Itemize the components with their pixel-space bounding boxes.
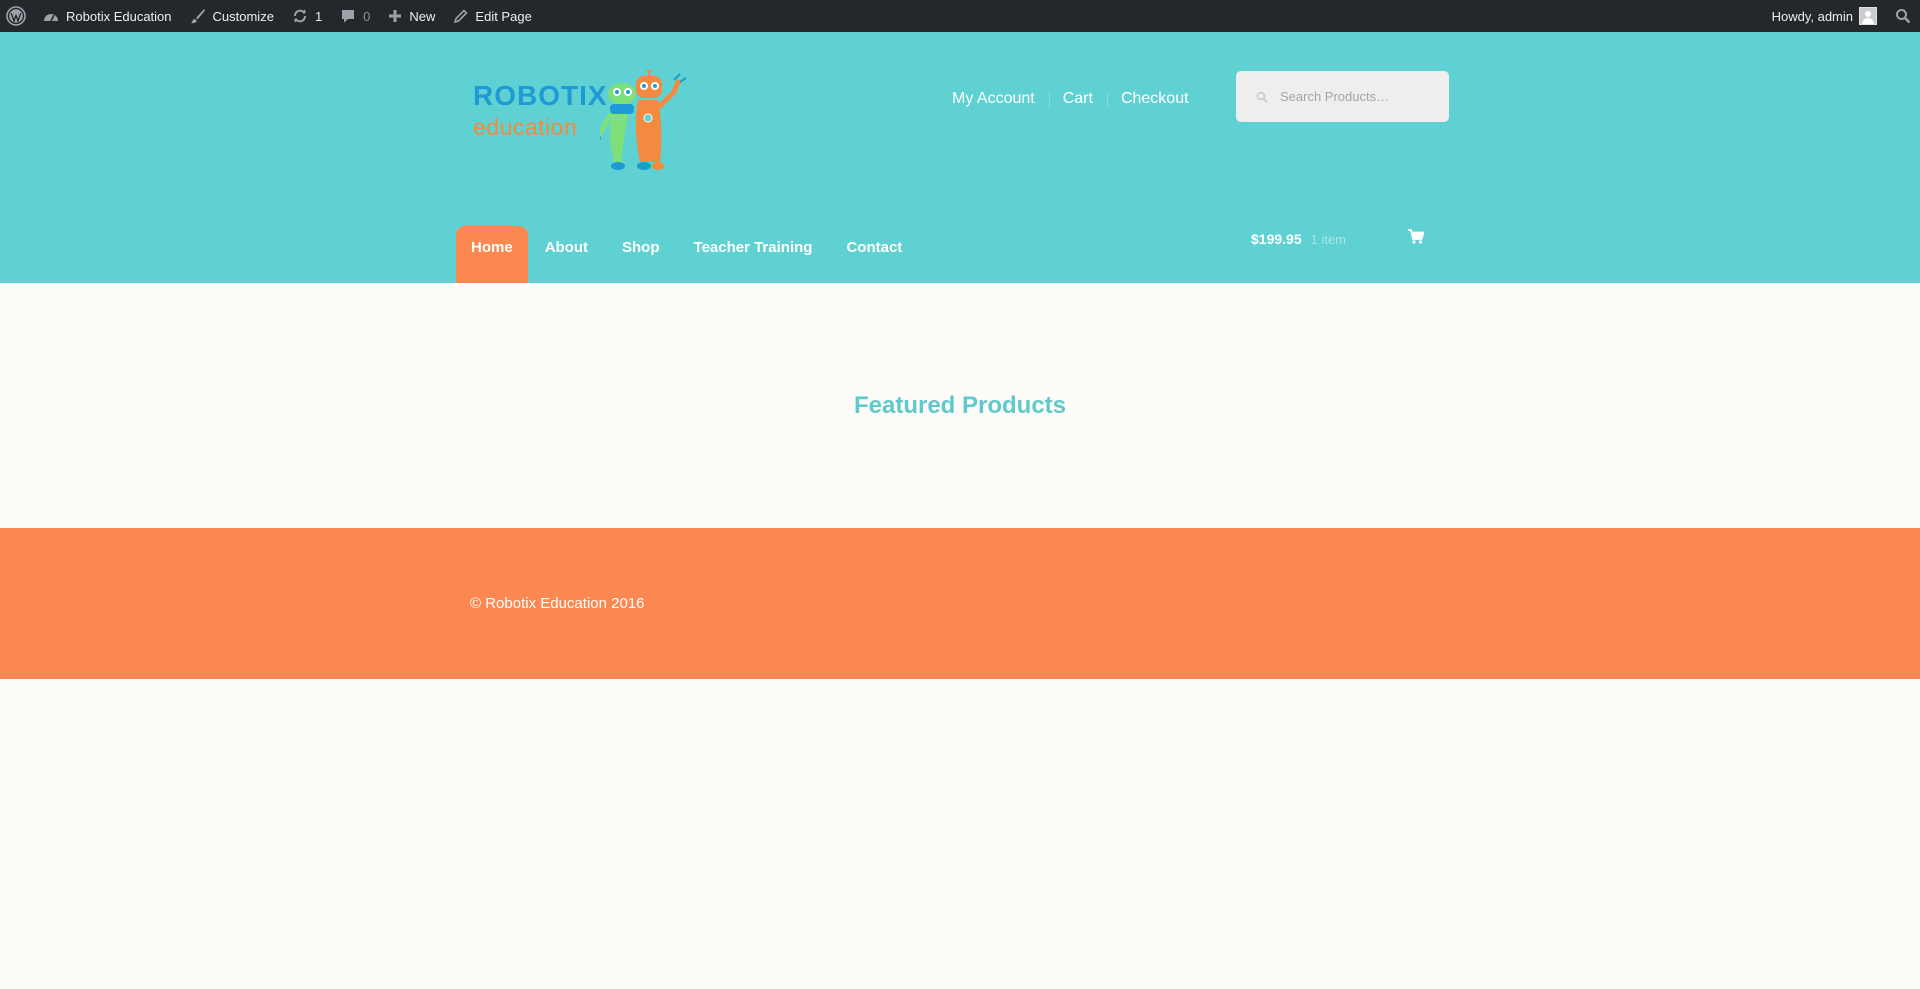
cart-link[interactable]: Cart	[1048, 90, 1107, 108]
nav-item-teacher-training[interactable]: Teacher Training	[677, 226, 830, 283]
updates-count: 1	[314, 8, 323, 24]
primary-navigation: Home About Shop Teacher Training Contact	[456, 226, 919, 283]
pencil-icon	[453, 8, 469, 24]
new-label: New	[409, 8, 436, 24]
site-name-label: Robotix Education	[66, 8, 172, 24]
featured-products-title: Featured Products	[853, 392, 1067, 419]
main-content: Featured Products	[0, 283, 1920, 528]
admin-bar-site-name[interactable]: Robotix Education	[34, 0, 181, 32]
dashboard-icon	[43, 9, 59, 23]
plus-icon	[388, 9, 402, 23]
footer-copyright: © Robotix Education 2016	[470, 595, 645, 612]
my-account-link[interactable]: My Account	[945, 90, 1049, 108]
admin-bar-account[interactable]: Howdy, admin	[1763, 0, 1886, 32]
updates-icon	[292, 8, 308, 24]
admin-bar-edit-page[interactable]: Edit Page	[444, 0, 540, 32]
avatar	[1859, 7, 1877, 25]
comments-count: 0	[363, 8, 371, 24]
admin-bar-search[interactable]	[1886, 0, 1920, 32]
site-logo[interactable]: ROBOTIX education	[470, 70, 710, 180]
search-products-input[interactable]	[1280, 89, 1440, 104]
nav-item-shop[interactable]: Shop	[605, 226, 677, 283]
admin-bar-left: Robotix Education Customize 1 0 New Edit…	[0, 0, 541, 32]
admin-bar-comments[interactable]: 0	[331, 0, 379, 32]
admin-bar-new[interactable]: New	[379, 0, 444, 32]
customize-label: Customize	[212, 8, 274, 24]
site-footer: © Robotix Education 2016	[0, 528, 1920, 679]
robots-icon	[600, 70, 687, 170]
header-account-links: My Account Cart Checkout	[945, 90, 1203, 108]
howdy-label: Howdy, admin	[1771, 8, 1853, 24]
nav-item-about[interactable]: About	[528, 226, 605, 283]
product-search[interactable]	[1236, 71, 1449, 122]
wordpress-logo-icon[interactable]	[0, 0, 34, 32]
edit-page-label: Edit Page	[475, 8, 532, 24]
logo-word-robotix: ROBOTIX	[473, 80, 608, 111]
comment-bubble-icon	[340, 8, 356, 24]
checkout-link[interactable]: Checkout	[1106, 90, 1203, 108]
search-icon	[1256, 91, 1268, 103]
site-header: ROBOTIX education My Account Cart Checko…	[0, 32, 1920, 283]
admin-bar-updates[interactable]: 1	[283, 0, 331, 32]
logo-word-education: education	[473, 114, 578, 140]
nav-item-home[interactable]: Home	[456, 226, 528, 283]
search-icon	[1895, 8, 1911, 24]
header-cart-summary[interactable]: $199.95 1 item	[1251, 227, 1346, 251]
shopping-cart-icon[interactable]	[1408, 229, 1424, 244]
nav-item-contact[interactable]: Contact	[829, 226, 919, 283]
admin-bar-customize[interactable]: Customize	[181, 0, 283, 32]
admin-bar: Robotix Education Customize 1 0 New Edit…	[0, 0, 1920, 32]
cart-item-count: 1 item	[1310, 231, 1347, 247]
cart-amount: $199.95	[1251, 231, 1302, 247]
brush-icon	[190, 8, 206, 24]
admin-bar-right: Howdy, admin	[1763, 0, 1920, 32]
